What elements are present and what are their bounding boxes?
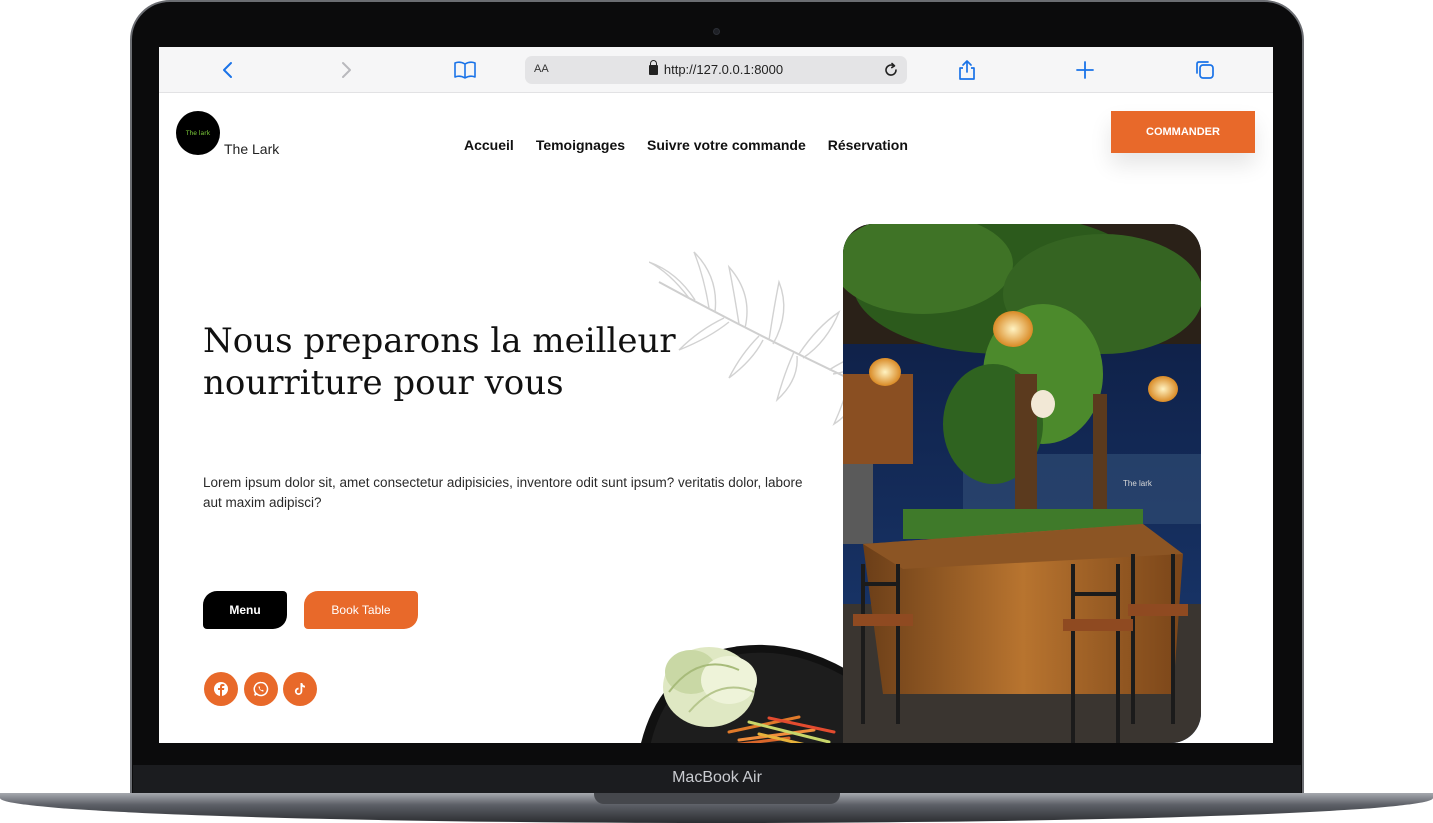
share-icon[interactable] [953, 56, 981, 84]
hero-title-line-1: Nous preparons la meilleur [203, 321, 676, 361]
nav-reservation[interactable]: Réservation [828, 137, 908, 153]
brand-name[interactable]: The Lark [224, 141, 279, 157]
logo-text: The lark [185, 129, 211, 137]
lock-icon [648, 60, 658, 75]
camera [713, 28, 720, 35]
browser-toolbar: AA http://127.0.0.1:8000 [159, 47, 1273, 93]
device-label: MacBook Air [672, 769, 762, 786]
hero-title: Nous preparons la meilleur nourriture po… [203, 320, 763, 404]
order-button[interactable]: COMMANDER [1111, 111, 1255, 153]
new-tab-icon[interactable] [1071, 56, 1099, 84]
nav-suivre-commande[interactable]: Suivre votre commande [647, 137, 806, 153]
main-nav: Accueil Temoignages Suivre votre command… [464, 137, 908, 153]
logo[interactable]: The lark [176, 111, 220, 155]
screen: AA http://127.0.0.1:8000 The lark The La… [159, 47, 1273, 743]
hero-title-line-2: nourriture pour vous [203, 363, 564, 403]
url-value: http://127.0.0.1:8000 [663, 62, 784, 77]
book-table-button[interactable]: Book Table [304, 591, 418, 629]
url-text: http://127.0.0.1:8000 [525, 60, 907, 77]
hero-description: Lorem ipsum dolor sit, amet consectetur … [203, 475, 803, 510]
bookmarks-icon[interactable] [451, 56, 479, 84]
address-bar[interactable]: AA http://127.0.0.1:8000 [525, 56, 907, 84]
reload-icon[interactable] [880, 59, 902, 81]
laptop-notch [594, 793, 840, 804]
nav-accueil[interactable]: Accueil [464, 137, 514, 153]
photo-sign-text: The lark [1123, 479, 1153, 488]
restaurant-photo: The lark [843, 224, 1201, 743]
nav-temoignages[interactable]: Temoignages [536, 137, 625, 153]
whatsapp-icon[interactable] [244, 672, 278, 706]
tabs-icon[interactable] [1191, 56, 1219, 84]
back-icon[interactable] [214, 56, 242, 84]
forward-icon[interactable] [332, 56, 360, 84]
facebook-icon[interactable] [204, 672, 238, 706]
menu-button[interactable]: Menu [203, 591, 287, 629]
laptop-chin: MacBook Air [133, 765, 1301, 793]
tiktok-icon[interactable] [283, 672, 317, 706]
